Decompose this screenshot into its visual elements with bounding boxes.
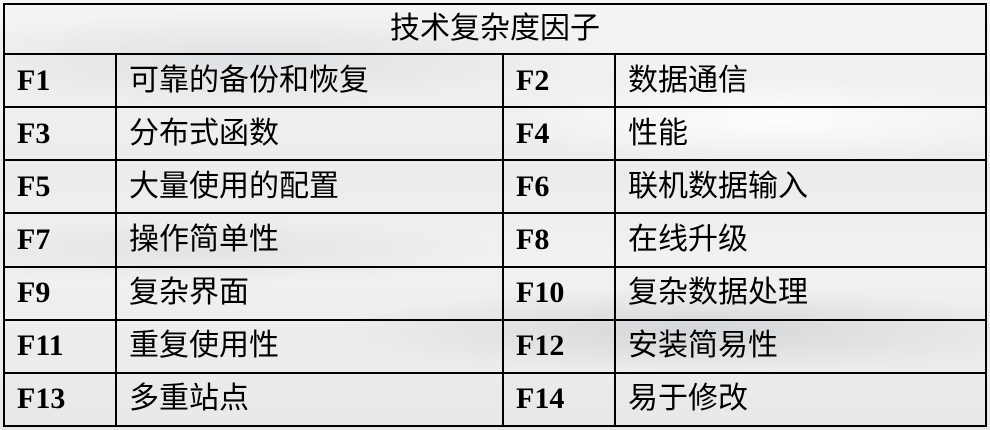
- table-header-row: 技术复杂度因子: [3, 3, 987, 55]
- table-row: F11 重复使用性 F12 安装简易性: [3, 318, 987, 374]
- factor-name: 可靠的备份和恢复: [115, 52, 504, 109]
- factor-code: F5: [3, 159, 117, 215]
- factor-name: 复杂界面: [115, 265, 504, 321]
- factor-name: 性能: [614, 106, 987, 162]
- factor-code: F12: [502, 318, 616, 374]
- factor-code: F14: [502, 371, 616, 428]
- factor-code: F9: [3, 265, 117, 321]
- table-row: F7 操作简单性 F8 在线升级: [3, 212, 987, 268]
- factor-name: 在线升级: [614, 212, 987, 268]
- table-title: 技术复杂度因子: [3, 3, 987, 55]
- factor-code: F13: [3, 371, 117, 428]
- factor-name: 易于修改: [614, 371, 987, 428]
- factor-code: F10: [502, 265, 616, 321]
- factor-code: F6: [502, 159, 616, 215]
- table-row: F5 大量使用的配置 F6 联机数据输入: [3, 159, 987, 215]
- factor-code: F1: [3, 52, 117, 109]
- table-row: F1 可靠的备份和恢复 F2 数据通信: [3, 52, 987, 109]
- factor-code: F2: [502, 52, 616, 109]
- table-row: F3 分布式函数 F4 性能: [3, 106, 987, 162]
- technical-complexity-factors-table: 技术复杂度因子 F1 可靠的备份和恢复 F2 数据通信 F3 分布式函数 F4 …: [3, 3, 987, 428]
- factor-code: F7: [3, 212, 117, 268]
- table-row: F13 多重站点 F14 易于修改: [3, 371, 987, 428]
- factor-name: 大量使用的配置: [115, 159, 504, 215]
- factor-name: 分布式函数: [115, 106, 504, 162]
- factor-name: 操作简单性: [115, 212, 504, 268]
- table-row: F9 复杂界面 F10 复杂数据处理: [3, 265, 987, 321]
- factor-code: F11: [3, 318, 117, 374]
- factor-name: 数据通信: [614, 52, 987, 109]
- factor-code: F8: [502, 212, 616, 268]
- factor-name: 多重站点: [115, 371, 504, 428]
- factor-name: 安装简易性: [614, 318, 987, 374]
- factor-name: 复杂数据处理: [614, 265, 987, 321]
- factor-code: F3: [3, 106, 117, 162]
- factor-code: F4: [502, 106, 616, 162]
- factor-name: 联机数据输入: [614, 159, 987, 215]
- factor-name: 重复使用性: [115, 318, 504, 374]
